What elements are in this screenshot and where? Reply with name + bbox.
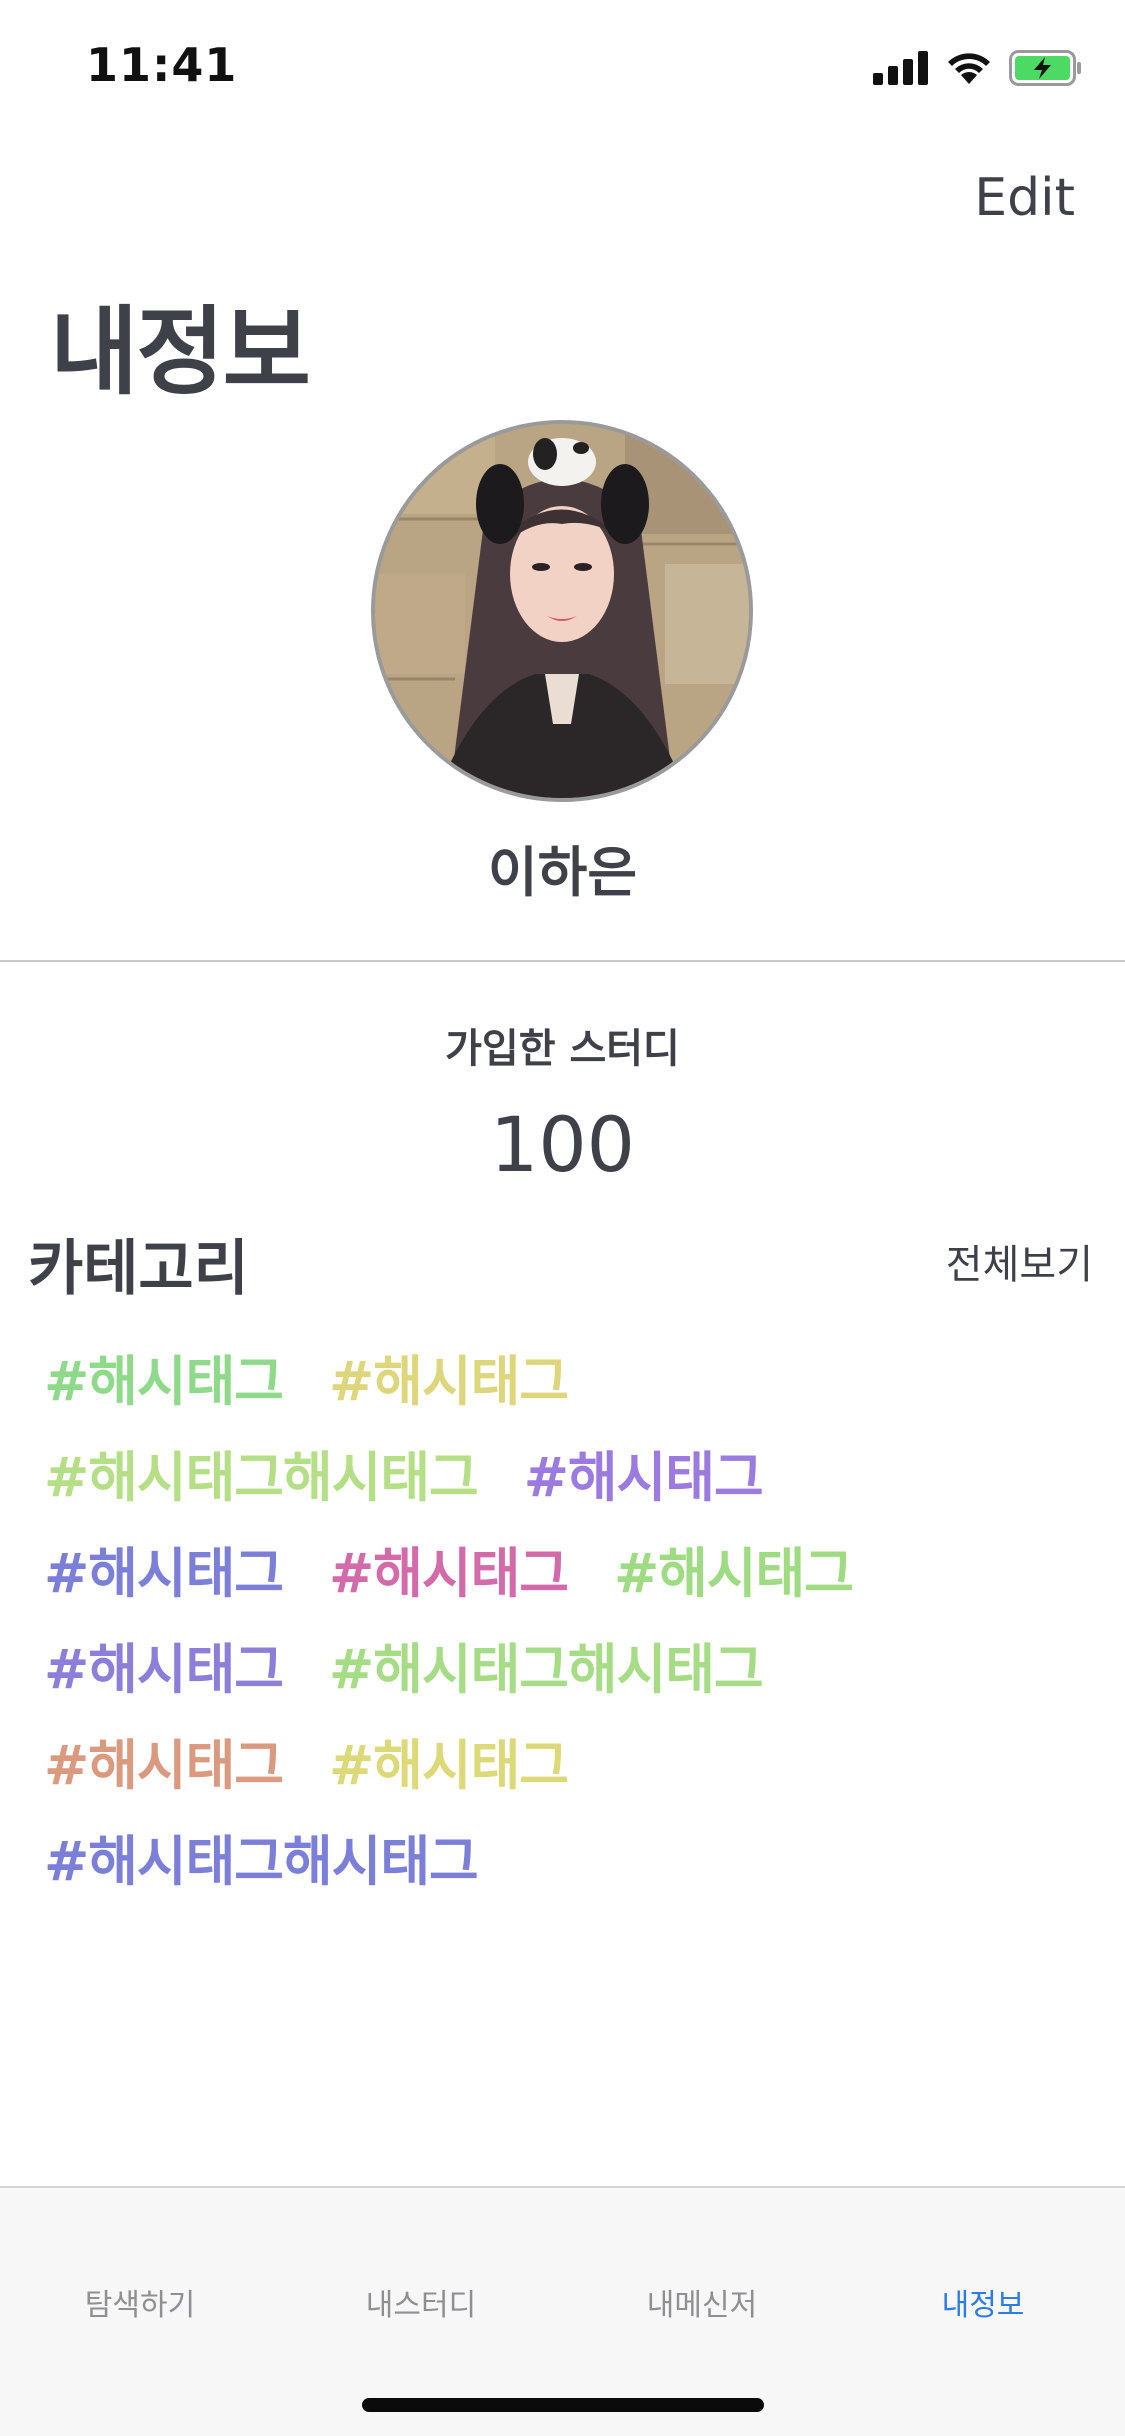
tab-my-messenger[interactable]: 내메신저 — [562, 2280, 842, 2324]
status-icons — [873, 50, 1083, 86]
hashtag-row: #해시태그 #해시태그해시태그 — [44, 1616, 1084, 1712]
hashtag[interactable]: #해시태그 — [44, 1529, 284, 1608]
tab-my-study[interactable]: 내스터디 — [281, 2280, 561, 2324]
hashtag[interactable]: #해시태그 — [329, 1337, 569, 1416]
wifi-icon — [945, 50, 993, 86]
profile-name: 이하은 — [487, 841, 638, 904]
hashtag[interactable]: #해시태그 — [614, 1529, 854, 1608]
status-time: 11:41 — [86, 38, 238, 92]
category-title: 카테고리 — [28, 1234, 249, 1304]
avatar[interactable] — [371, 420, 753, 802]
tab-explore-label: 탐색하기 — [84, 2288, 196, 2323]
see-all-button[interactable]: 전체보기 — [946, 1232, 1093, 1290]
signal-icon — [873, 51, 929, 85]
home-indicator[interactable] — [362, 2398, 764, 2412]
tab-explore[interactable]: 탐색하기 — [0, 2280, 280, 2324]
tab-my-info[interactable]: 내정보 — [843, 2280, 1123, 2324]
page-title: 내정보 — [50, 296, 311, 408]
hashtag[interactable]: #해시태그해시태그 — [44, 1433, 479, 1512]
hashtag[interactable]: #해시태그 — [329, 1529, 569, 1608]
hashtag-row: #해시태그해시태그 — [44, 1808, 1084, 1904]
hashtag[interactable]: #해시태그해시태그 — [44, 1817, 479, 1896]
joined-studies-count[interactable]: 100 — [0, 1100, 1125, 1189]
hashtag-row: #해시태그 #해시태그 #해시태그 — [44, 1520, 1084, 1616]
tab-my-info-label: 내정보 — [941, 2288, 1025, 2323]
hashtag-row: #해시태그 #해시태그 — [44, 1712, 1084, 1808]
hashtag[interactable]: #해시태그 — [524, 1433, 764, 1512]
status-bar: 11:41 — [0, 0, 1125, 140]
divider — [0, 960, 1125, 962]
tab-my-messenger-label: 내메신저 — [646, 2288, 758, 2323]
edit-button[interactable]: Edit — [974, 168, 1075, 228]
hashtag[interactable]: #해시태그 — [329, 1721, 569, 1800]
hashtag-row: #해시태그 #해시태그 — [44, 1328, 1084, 1424]
hashtag[interactable]: #해시태그해시태그 — [329, 1625, 764, 1704]
hashtag-list: #해시태그 #해시태그 #해시태그해시태그 #해시태그 #해시태그 #해시태그 #해시태그 #… — [44, 1328, 1084, 1904]
hashtag[interactable]: #해시태그 — [44, 1625, 284, 1704]
tab-my-study-label: 내스터디 — [365, 2288, 477, 2323]
hashtag-row: #해시태그해시태그 #해시태그 — [44, 1424, 1084, 1520]
hashtag[interactable]: #해시태그 — [44, 1721, 284, 1800]
hashtag[interactable]: #해시태그 — [44, 1337, 284, 1416]
joined-studies-label: 가입한 스터디 — [445, 1026, 680, 1072]
battery-charging-icon — [1009, 50, 1083, 86]
